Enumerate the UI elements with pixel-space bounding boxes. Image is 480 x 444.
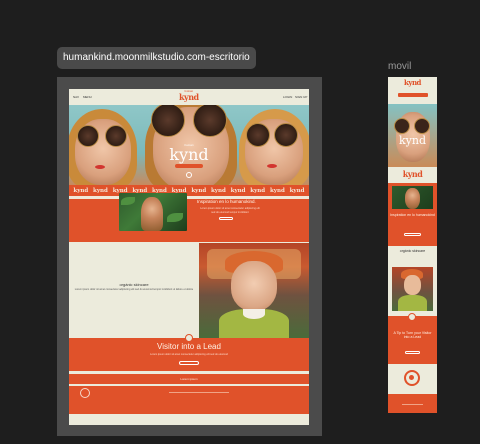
mobile-artboard[interactable]: kynd kynd kynd Inspiration en lo humanok… (388, 77, 437, 413)
nav-link[interactable]: NAV (73, 95, 79, 99)
strip-logo: kynd (402, 169, 423, 179)
section-button[interactable] (179, 361, 199, 365)
footer (69, 386, 309, 414)
section-text: Lorem ipsum dolor sit amet consectetur a… (74, 288, 194, 291)
section-heading: A Tip to Turn your Visitor into a Lead (393, 331, 432, 339)
hero-sunglasses (414, 118, 430, 134)
marquee-logo: kynd (230, 187, 246, 194)
section-marker-icon (185, 334, 193, 342)
marquee-logo: kynd (93, 187, 108, 194)
site-logo[interactable]: human kynd (179, 90, 199, 102)
marquee-logo: kynd (73, 187, 89, 194)
marquee-logo: kynd (250, 187, 266, 194)
hero-logo: human kynd (169, 143, 209, 164)
nav-link[interactable]: SIGN UP (295, 95, 307, 99)
leaf-shape (121, 197, 135, 205)
mobile-logo[interactable]: kynd (388, 78, 437, 87)
desktop-artboard[interactable]: NAV MENU human kynd LOGIN SIGN UP human … (69, 89, 309, 425)
mobile-logo-strip: kynd (388, 167, 437, 183)
section-button[interactable] (405, 351, 420, 354)
nav-link[interactable]: MENU (83, 95, 92, 99)
hero-sunglasses (394, 118, 410, 134)
portrait-figure (405, 188, 420, 209)
hero-sunglasses (77, 125, 99, 147)
section-heading: Inspiration en lo humanokind (390, 213, 435, 217)
marquee-logo: kynd (269, 187, 285, 194)
footer-logo-dot (409, 375, 414, 380)
banner-text: Lorem ipsum (180, 377, 198, 381)
section-button[interactable] (404, 233, 421, 236)
hero-lips (267, 164, 277, 168)
section-heading: orgánic skincare (119, 282, 149, 287)
hero-sunglasses (274, 123, 298, 147)
footer-logo-icon (404, 370, 420, 386)
section-button[interactable] (219, 217, 233, 220)
portrait-face (231, 261, 277, 311)
section-marker-icon (408, 313, 416, 321)
portrait-jacket (398, 295, 427, 311)
section-heading: Inspiration en lo humanokind. (197, 199, 256, 204)
portrait-figure (141, 197, 163, 231)
footer-logo-icon (80, 388, 90, 398)
hero-sunglasses (246, 123, 270, 147)
desktop-header: NAV MENU human kynd LOGIN SIGN UP (69, 89, 309, 105)
mobile-nav-bar[interactable] (398, 93, 428, 97)
section-heading: Visitor into a Lead (157, 342, 221, 351)
hero-sunglasses (105, 125, 127, 147)
jungle-portrait-image (119, 193, 187, 231)
hero-logo: kynd (398, 134, 426, 147)
marquee-logo: kynd (191, 187, 207, 194)
marquee-logo: kynd (210, 187, 226, 194)
leaf-shape (167, 213, 183, 222)
jungle-portrait-image (392, 186, 433, 209)
mobile-frame-label[interactable]: movil (388, 61, 411, 72)
section-heading: orgánic skincare (399, 249, 426, 253)
portrait-collar (243, 309, 265, 319)
mobile-hero: kynd (388, 104, 437, 167)
section-text: Lorem ipsum dolor sit amet consectetur a… (150, 353, 228, 356)
inspiration-section (69, 199, 309, 242)
nav-link[interactable]: LOGIN (283, 95, 292, 99)
hero-lips (95, 165, 105, 169)
scroll-indicator-icon[interactable] (186, 172, 192, 178)
redhead-portrait-image (199, 243, 309, 338)
logo-marquee: kynd kynd kynd kynd kynd kynd kynd kynd … (69, 185, 309, 196)
section-text: Lorem ipsum dolor sit amet consectetur a… (200, 207, 260, 214)
footer-divider (169, 392, 229, 393)
redhead-portrait-image (392, 267, 433, 311)
desktop-frame-label[interactable]: humankind.moonmilkstudio.com-escritorio (57, 47, 256, 69)
footer-divider (402, 404, 423, 405)
hero-cta-button[interactable] (175, 164, 203, 168)
hero-banner: human kynd (69, 105, 309, 185)
portrait-face (404, 275, 421, 295)
mobile-lead-section (388, 316, 437, 364)
marquee-logo: kynd (289, 187, 305, 194)
